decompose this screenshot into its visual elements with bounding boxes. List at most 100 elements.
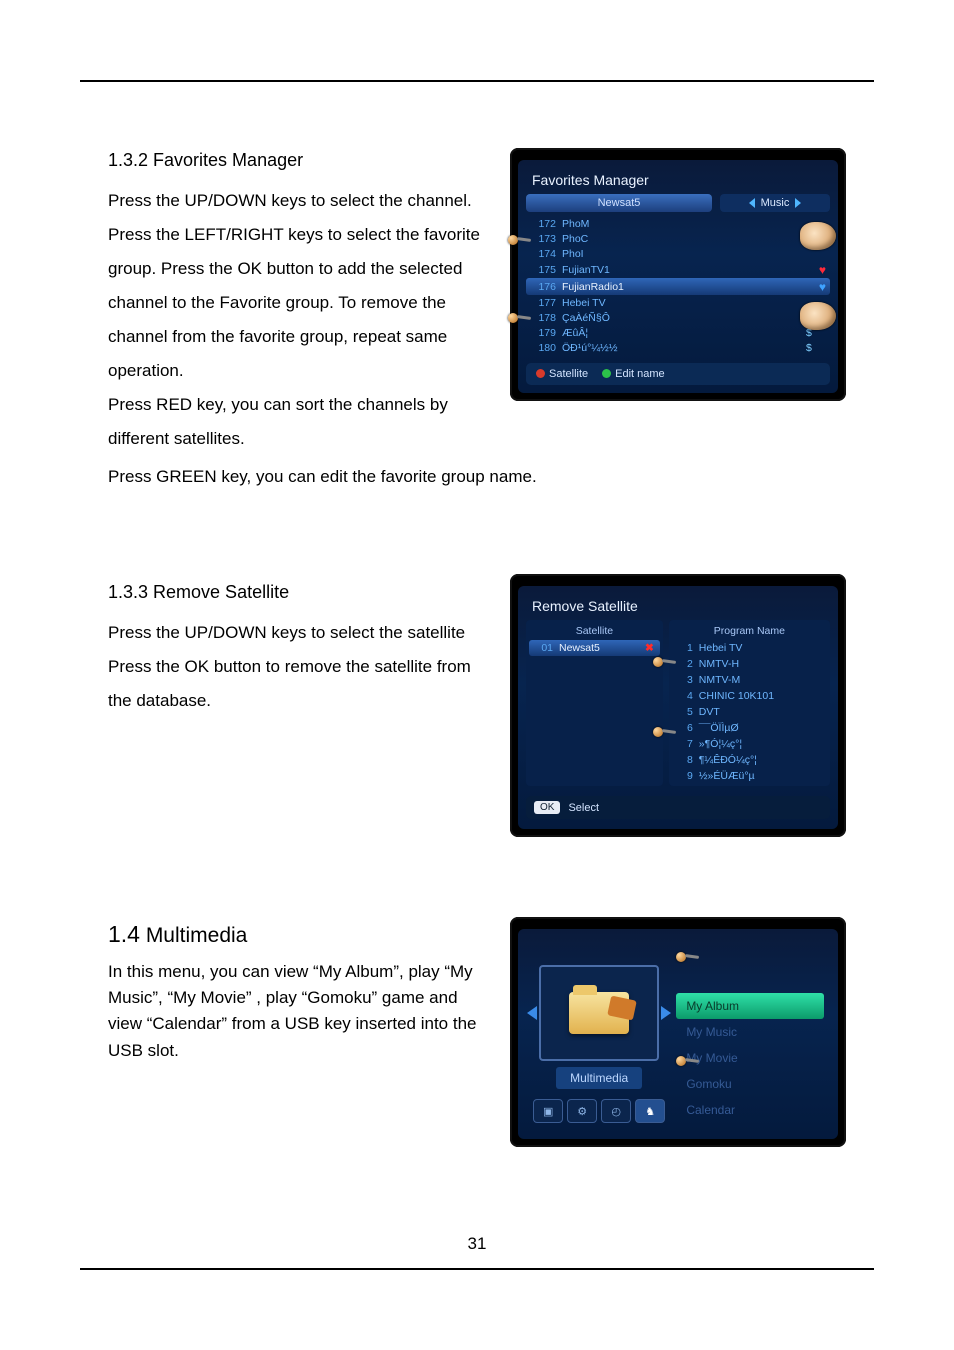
channel-row[interactable]: 178ÇaÀéÑ§Ô$ xyxy=(526,310,830,325)
mm-panel-label: Multimedia xyxy=(556,1067,642,1089)
channel-row[interactable]: 176FujianRadio1♥ xyxy=(526,278,830,295)
channel-row[interactable]: 180 ÖÐ¹ú°¼½½ $ xyxy=(526,340,830,355)
arrow-right-icon[interactable] xyxy=(661,1006,671,1020)
hint-satellite: Satellite xyxy=(536,368,588,380)
channel-number: 172 xyxy=(530,218,556,230)
rm-satellite-list[interactable]: Satellite 01Newsat5✖ xyxy=(526,620,663,786)
mm-tab[interactable]: ⚙ xyxy=(567,1099,597,1123)
pushpin-icon xyxy=(653,724,675,738)
fav-group-label: Music xyxy=(761,197,790,209)
channel-name: PhoM xyxy=(562,218,800,230)
program-row[interactable]: 6¯¯ÖÏÌµØ xyxy=(669,720,830,736)
hint-edit-name: Edit name xyxy=(602,368,665,380)
channel-row[interactable]: 172 PhoM xyxy=(526,216,830,231)
arrow-left-icon[interactable] xyxy=(527,1006,537,1020)
pushpin-icon xyxy=(653,654,675,668)
rm-right-header: Program Name xyxy=(669,622,830,640)
channel-name: FujianTV1 xyxy=(562,264,793,276)
pushpin-icon xyxy=(508,310,530,324)
hand-icon xyxy=(800,222,836,250)
multimedia-para-1: In this menu, you can view “My Album”, p… xyxy=(108,959,492,1064)
program-row[interactable]: 5DVT xyxy=(669,704,830,720)
section-favorites: 1.3.2 Favorites Manager Press the UP/DOW… xyxy=(108,142,846,494)
channel-number: 178 xyxy=(530,312,556,324)
channel-row[interactable]: 177 Hebei TV xyxy=(526,295,830,310)
channel-number: 180 xyxy=(530,342,556,354)
channel-number: 175 xyxy=(530,264,556,276)
remove-para-1: Press the UP/DOWN keys to select the sat… xyxy=(108,616,492,650)
mm-tab[interactable]: ◴ xyxy=(601,1099,631,1123)
channel-name: ÆûÂ¦ xyxy=(562,327,800,339)
mm-category-tabs[interactable]: ▣⚙◴♞ xyxy=(533,1099,665,1123)
red-dot-icon xyxy=(536,369,545,378)
channel-name: ÖÐ¹ú°¼½½ xyxy=(562,342,800,354)
channel-paid-mark: $ xyxy=(806,342,820,354)
heading-favorites: 1.3.2 Favorites Manager xyxy=(108,142,492,178)
remove-mark-icon: ✖ xyxy=(645,642,654,654)
program-row[interactable]: 2NMTV-H xyxy=(669,656,830,672)
channel-number: 176 xyxy=(530,281,556,293)
mm-menu-item[interactable]: Gomoku xyxy=(676,1071,824,1097)
screenshot-favorites: Favorites Manager Newsat5 Music xyxy=(510,148,846,401)
channel-name: Hebei TV xyxy=(562,297,800,309)
mm-menu-item[interactable]: Calendar xyxy=(676,1097,824,1123)
satellite-row[interactable]: 01Newsat5✖ xyxy=(529,640,660,656)
rm-hint-text: Select xyxy=(568,802,599,814)
channel-row[interactable]: 173 PhoC xyxy=(526,231,830,246)
channel-row[interactable]: 174 PhoI xyxy=(526,246,830,261)
rm-left-header: Satellite xyxy=(526,622,663,640)
channel-number: 177 xyxy=(530,297,556,309)
channel-number: 174 xyxy=(530,248,556,260)
fav-group-selector[interactable]: Music xyxy=(720,194,830,212)
rm-hint-bar: OK Select xyxy=(526,796,830,819)
fav-hint-bar: Satellite Edit name xyxy=(526,363,830,385)
heart-icon: ♥ xyxy=(819,280,826,294)
heading-remove: 1.3.3 Remove Satellite xyxy=(108,574,492,610)
mm-menu-item[interactable]: My Album xyxy=(676,993,824,1019)
mm-tab[interactable]: ▣ xyxy=(533,1099,563,1123)
remove-para-2: Press the OK button to remove the satell… xyxy=(108,650,492,718)
mm-menu-list[interactable]: My AlbumMy MusicMy MovieGomokuCalendar xyxy=(676,967,824,1123)
pushpin-icon xyxy=(676,949,698,963)
arrow-right-icon[interactable] xyxy=(795,198,801,208)
section-remove-satellite: 1.3.3 Remove Satellite Press the UP/DOWN… xyxy=(108,574,846,837)
mm-tab[interactable]: ♞ xyxy=(635,1099,665,1123)
channel-row[interactable]: 179ÆûÂ¦$ xyxy=(526,325,830,340)
page-number: 31 xyxy=(80,1234,874,1254)
screenshot-multimedia: Multimedia ▣⚙◴♞ My AlbumMy MusicMy Movie… xyxy=(510,917,846,1147)
program-row[interactable]: 7»¶Ó¦¼ç°¦ xyxy=(669,736,830,752)
program-row[interactable]: 3NMTV-M xyxy=(669,672,830,688)
channel-row[interactable]: 175 FujianTV1 ♥ xyxy=(526,261,830,278)
fav-channel-list[interactable]: 172 PhoM 173 PhoC 174 PhoI 175 FujianTV1 ♥176Fuj… xyxy=(526,216,830,355)
channel-name: PhoC xyxy=(562,233,800,245)
fav-satellite-header[interactable]: Newsat5 xyxy=(526,194,712,212)
heading-multimedia: 1.4 Multimedia xyxy=(108,917,492,953)
arrow-left-icon[interactable] xyxy=(749,198,755,208)
channel-number: 173 xyxy=(530,233,556,245)
favorites-para-1: Press the UP/DOWN keys to select the cha… xyxy=(108,184,492,218)
channel-number: 179 xyxy=(530,327,556,339)
channel-name: ÇaÀéÑ§Ô xyxy=(562,312,800,324)
mm-menu-item[interactable]: My Movie xyxy=(676,1045,824,1071)
favorites-para-2: Press the LEFT/RIGHT keys to select the … xyxy=(108,218,492,388)
mm-preview-card[interactable] xyxy=(539,965,659,1061)
pushpin-icon xyxy=(508,232,530,246)
green-dot-icon xyxy=(602,369,611,378)
hand-icon xyxy=(800,302,836,330)
mm-menu-item[interactable]: My Music xyxy=(676,1019,824,1045)
heart-icon: ♥ xyxy=(819,263,826,277)
screenshot-remove-satellite: Remove Satellite Satellite 01Newsat5✖ Pr… xyxy=(510,574,846,837)
favorites-para-3: Press RED key, you can sort the channels… xyxy=(108,388,492,456)
program-row[interactable]: 9½»ÉÜÆü°µ xyxy=(669,768,830,784)
ok-chip: OK xyxy=(534,801,560,814)
rm-title: Remove Satellite xyxy=(526,592,830,620)
program-row[interactable]: 8¶¼ÊÐÓ¼ç°¦ xyxy=(669,752,830,768)
rm-program-list[interactable]: Program Name 1Hebei TV2NMTV-H3NMTV-M4CHI… xyxy=(669,620,830,786)
channel-name: PhoI xyxy=(562,248,800,260)
fav-title: Favorites Manager xyxy=(526,166,830,194)
program-row[interactable]: 1Hebei TV xyxy=(669,640,830,656)
folder-icon xyxy=(569,992,629,1034)
section-multimedia: 1.4 Multimedia In this menu, you can vie… xyxy=(108,917,846,1147)
pushpin-icon xyxy=(676,1053,698,1067)
program-row[interactable]: 4CHINIC 10K101 xyxy=(669,688,830,704)
